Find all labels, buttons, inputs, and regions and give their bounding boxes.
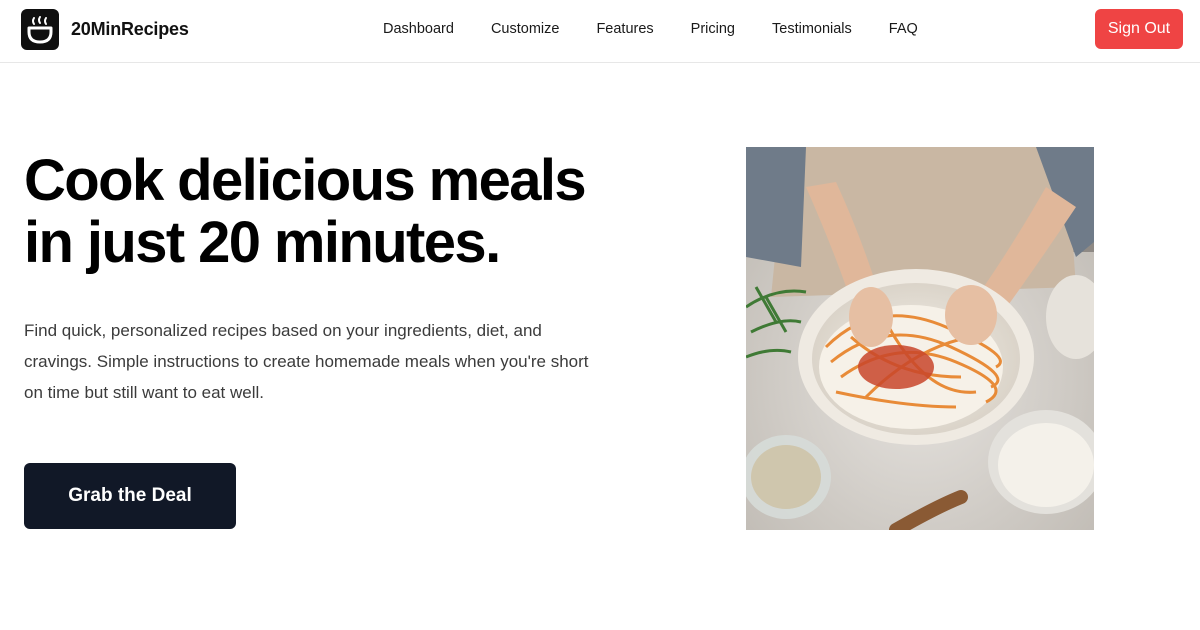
top-navbar: 20MinRecipes Dashboard Customize Feature… <box>0 0 1200 63</box>
sign-out-button[interactable]: Sign Out <box>1095 9 1183 49</box>
nav-testimonials[interactable]: Testimonials <box>772 21 852 37</box>
hero-food-image <box>746 147 1094 530</box>
nav-dashboard[interactable]: Dashboard <box>383 21 454 37</box>
nav-pricing[interactable]: Pricing <box>691 21 735 37</box>
brand-name: 20MinRecipes <box>71 19 189 39</box>
hero-headline: Cook delicious meals in just 20 minutes. <box>24 150 664 274</box>
headline-line-1: Cook delicious meals <box>24 148 587 213</box>
headline-line-2: in just 20 minutes. <box>24 210 501 275</box>
main-nav: Dashboard Customize Features Pricing Tes… <box>383 21 918 37</box>
hero-description: Find quick, personalized recipes based o… <box>24 321 589 402</box>
nav-features[interactable]: Features <box>596 21 653 37</box>
grab-deal-button[interactable]: Grab the Deal <box>24 463 236 529</box>
nav-customize[interactable]: Customize <box>491 21 560 37</box>
cooking-pot-icon <box>21 9 59 50</box>
nav-faq[interactable]: FAQ <box>889 21 918 37</box>
brand[interactable]: 20MinRecipes <box>21 9 189 50</box>
